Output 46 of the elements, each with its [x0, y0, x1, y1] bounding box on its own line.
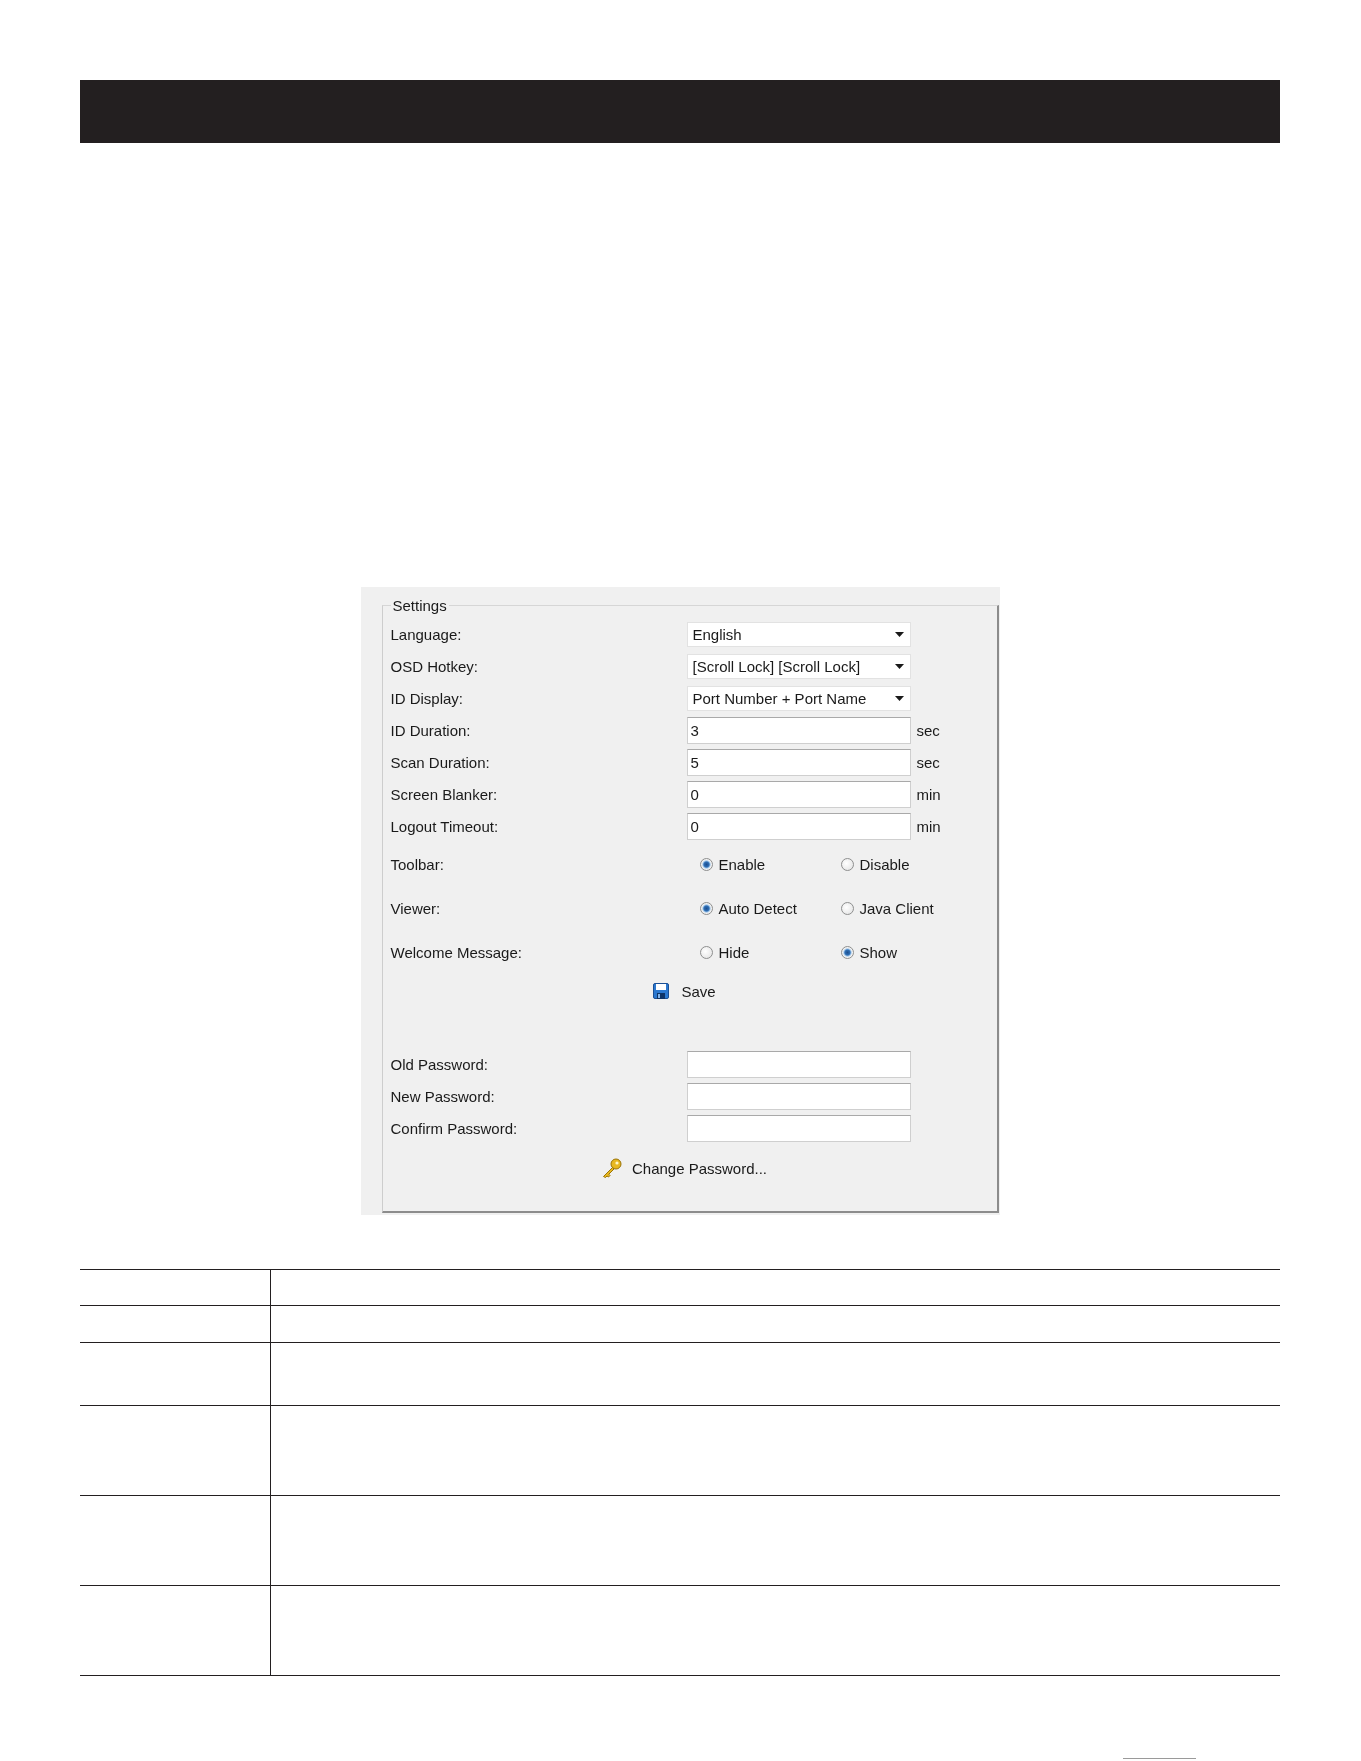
field-label: Welcome Message: — [390, 943, 523, 961]
unit-label: sec — [916, 721, 940, 739]
field-label: Old Password: — [390, 1055, 490, 1073]
radio-button[interactable] — [699, 945, 713, 959]
group-title: Settings — [391, 597, 448, 614]
option-label: Disable — [859, 855, 910, 873]
field-label: Toolbar: — [390, 855, 445, 873]
option-label: Enable — [718, 855, 766, 873]
caret-icon — [894, 631, 904, 637]
dropdown[interactable]: [Scroll Lock] [Scroll Lock] — [686, 653, 911, 679]
input-field[interactable]: 5 — [686, 748, 911, 776]
unit-label: min — [916, 817, 941, 835]
dropdown[interactable]: Port Number + Port Name — [686, 685, 911, 711]
radio-button[interactable] — [840, 945, 854, 959]
unit-label: sec — [916, 753, 940, 771]
radio-button[interactable] — [840, 857, 854, 871]
field-label: Screen Blanker: — [390, 785, 499, 803]
password-field[interactable] — [686, 1114, 911, 1142]
field-label: Scan Duration: — [390, 753, 491, 771]
radio-button[interactable] — [699, 901, 713, 915]
field-label: Viewer: — [390, 899, 442, 917]
password-field[interactable] — [686, 1082, 911, 1110]
field-label: ID Duration: — [390, 721, 472, 739]
radio-button[interactable] — [840, 901, 854, 915]
field-label: Language: — [390, 625, 463, 643]
option-label: Show — [859, 943, 898, 961]
unit-label: min — [916, 785, 941, 803]
save-button[interactable]: Save — [653, 974, 716, 1008]
option-label: Java Client — [859, 899, 934, 917]
caret-icon — [894, 663, 904, 669]
radio-button[interactable] — [699, 857, 713, 871]
option-label: Hide — [718, 943, 750, 961]
field-label: Confirm Password: — [390, 1119, 519, 1137]
field-label: OSD Hotkey: — [390, 657, 480, 675]
field-label: New Password: — [390, 1087, 496, 1105]
input-field[interactable]: 0 — [686, 812, 911, 840]
input-field[interactable]: 0 — [686, 780, 911, 808]
option-label: Auto Detect — [718, 899, 797, 917]
password-field[interactable] — [686, 1050, 911, 1078]
input-field[interactable]: 3 — [686, 716, 911, 744]
field-label: Logout Timeout: — [390, 817, 500, 835]
caret-icon — [894, 695, 904, 701]
field-label: ID Display: — [390, 689, 465, 707]
change-password-button[interactable]: Change Password... — [601, 1148, 768, 1188]
key-icon — [601, 1158, 622, 1178]
dropdown[interactable]: English — [686, 621, 911, 647]
